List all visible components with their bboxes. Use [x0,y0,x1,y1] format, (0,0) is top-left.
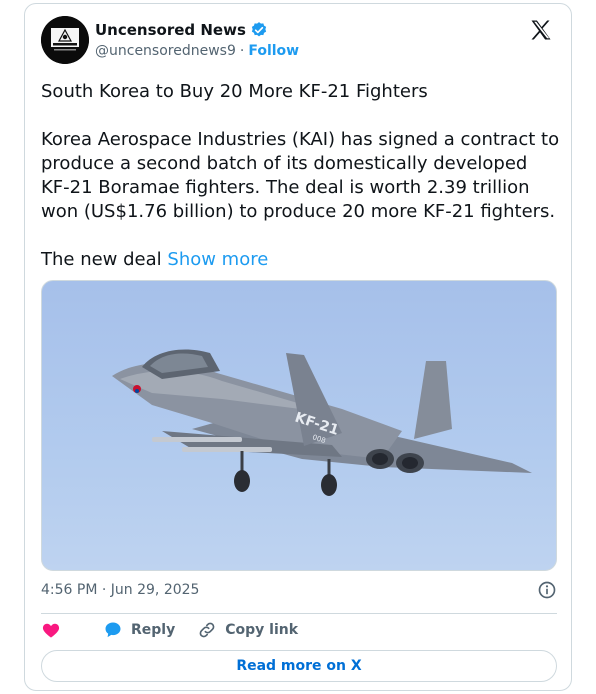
fighter-jet-image: KF-21 008 [112,349,532,496]
copy-link-button[interactable]: Copy link [197,620,298,640]
heart-icon [42,623,60,638]
time-separator: · [101,582,107,598]
follow-button[interactable]: Follow [248,43,299,59]
x-logo-icon[interactable] [529,18,553,42]
show-more-link[interactable]: Show more [167,249,268,270]
tweet-body: Korea Aerospace Industries (KAI) has sig… [41,129,560,222]
media-image[interactable]: KF-21 008 [41,280,557,571]
info-icon[interactable] [537,580,557,600]
tweet-card: Uncensored News @uncensorednews9 · Follo… [24,3,572,691]
display-name[interactable]: Uncensored News [95,21,246,39]
post-date[interactable]: Jun 29, 2025 [111,582,200,598]
avatar-logo-icon [41,16,89,64]
verified-badge-icon [251,22,267,37]
like-button[interactable] [41,620,69,640]
tweet-title: South Korea to Buy 20 More KF-21 Fighter… [41,81,428,102]
action-bar: Reply Copy link [41,620,320,640]
handle-separator: · [239,43,245,59]
post-time[interactable]: 4:56 PM [41,582,97,598]
tweet-text: South Korea to Buy 20 More KF-21 Fighter… [41,80,561,296]
divider [41,613,557,614]
tweet-teaser: The new deal [41,249,162,270]
reply-bubble-icon [105,622,121,638]
copy-link-label: Copy link [225,622,299,638]
user-handle[interactable]: @uncensorednews9 [95,43,236,59]
read-more-button[interactable]: Read more on X [41,650,557,682]
link-icon [199,622,215,638]
avatar[interactable] [41,16,89,64]
reply-label: Reply [131,622,176,638]
reply-button[interactable]: Reply [103,620,175,640]
